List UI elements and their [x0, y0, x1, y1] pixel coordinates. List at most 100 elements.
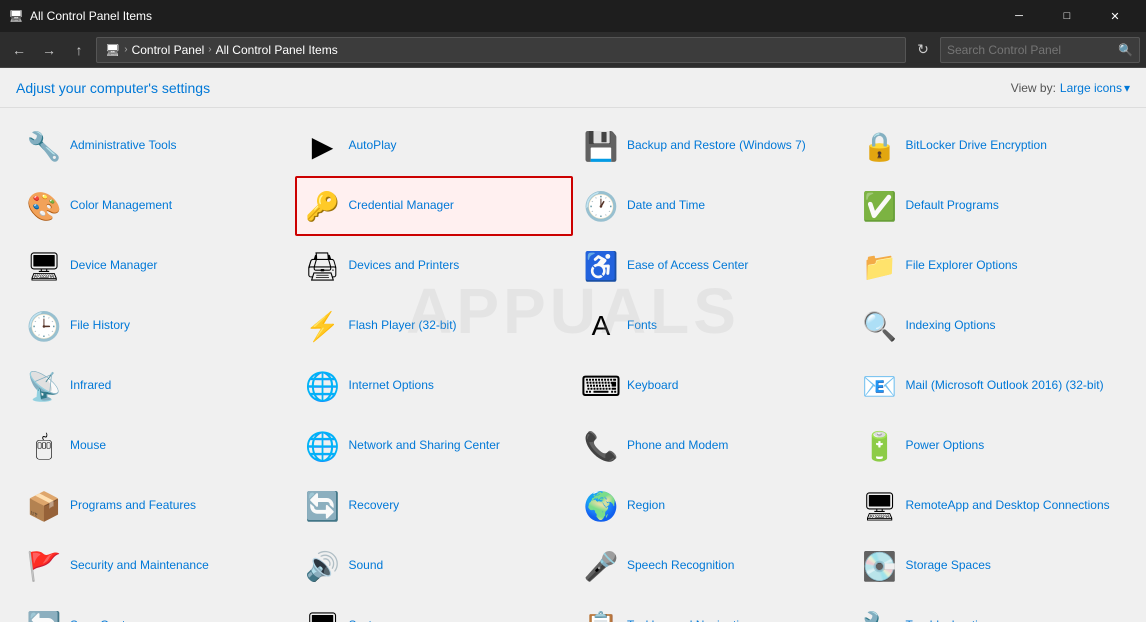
cp-item-recovery[interactable]: 🔄 Recovery — [295, 476, 574, 536]
storage-spaces-icon: 💽 — [862, 548, 898, 584]
toolbar: Adjust your computer's settings View by:… — [0, 68, 1146, 108]
mail-icon: 📧 — [862, 368, 898, 404]
color-management-icon: 🎨 — [26, 188, 62, 224]
mail-label: Mail (Microsoft Outlook 2016) (32-bit) — [906, 378, 1104, 394]
cp-item-region[interactable]: 🌍 Region — [573, 476, 852, 536]
search-input[interactable] — [947, 43, 1114, 57]
administrative-tools-label: Administrative Tools — [70, 138, 177, 154]
up-button[interactable]: ↑ — [66, 37, 92, 63]
cp-item-color-management[interactable]: 🎨 Color Management — [16, 176, 295, 236]
date-time-label: Date and Time — [627, 198, 705, 214]
search-box[interactable]: 🔍 — [940, 37, 1140, 63]
bitlocker-icon: 🔒 — [862, 128, 898, 164]
minimize-button[interactable]: ─ — [996, 0, 1042, 32]
address-icon: 🖥 — [105, 43, 120, 57]
cp-item-file-explorer-options[interactable]: 📁File Explorer Options — [852, 236, 1131, 296]
maximize-button[interactable]: □ — [1044, 0, 1090, 32]
cp-item-phone-modem[interactable]: 📞Phone and Modem — [573, 416, 852, 476]
internet-options-label: Internet Options — [349, 378, 434, 394]
recovery-label: Recovery — [349, 498, 400, 514]
search-icon: 🔍 — [1118, 43, 1133, 57]
title-bar: 🖥 All Control Panel Items ─ □ ✕ — [0, 0, 1146, 32]
speech-recognition-label: Speech Recognition — [627, 558, 734, 574]
taskbar-navigation-icon: 📋 — [583, 608, 619, 622]
region-label: Region — [627, 498, 665, 514]
cp-item-flash-player[interactable]: ⚡Flash Player (32-bit) — [295, 296, 574, 356]
fonts-label: Fonts — [627, 318, 657, 334]
region-icon: 🌍 — [583, 488, 619, 524]
cp-item-autoplay[interactable]: ▶AutoPlay — [295, 116, 574, 176]
internet-options-icon: 🌐 — [305, 368, 341, 404]
forward-button[interactable]: → — [36, 37, 62, 63]
view-by-value[interactable]: Large icons ▾ — [1060, 81, 1130, 95]
title-bar-controls: ─ □ ✕ — [996, 0, 1138, 32]
cp-item-power-options[interactable]: 🔋Power Options — [852, 416, 1131, 476]
cp-item-keyboard[interactable]: ⌨Keyboard — [573, 356, 852, 416]
flash-player-label: Flash Player (32-bit) — [349, 318, 457, 334]
administrative-tools-icon: 🔧 — [26, 128, 62, 164]
indexing-options-icon: 🔍 — [862, 308, 898, 344]
cp-item-programs-features[interactable]: 📦Programs and Features — [16, 476, 295, 536]
mouse-icon: 🖱 — [26, 428, 62, 464]
ease-of-access-label: Ease of Access Center — [627, 258, 748, 274]
cp-item-date-time[interactable]: 🕐Date and Time — [573, 176, 852, 236]
cp-item-taskbar-navigation[interactable]: 📋 Taskbar and Navigation — [573, 596, 852, 622]
cp-item-remoteapp[interactable]: 🖥RemoteApp and Desktop Connections — [852, 476, 1131, 536]
speech-recognition-icon: 🎤 — [583, 548, 619, 584]
back-button[interactable]: ← — [6, 37, 32, 63]
page-title: Adjust your computer's settings — [16, 80, 210, 96]
taskbar-navigation-label: Taskbar and Navigation — [627, 618, 752, 622]
infrared-label: Infrared — [70, 378, 111, 394]
color-management-label: Color Management — [70, 198, 172, 214]
cp-item-network-sharing[interactable]: 🌐 Network and Sharing Center — [295, 416, 574, 476]
sync-center-icon: 🔄 — [26, 608, 62, 622]
cp-item-sound[interactable]: 🔊Sound — [295, 536, 574, 596]
cp-item-administrative-tools[interactable]: 🔧 Administrative Tools — [16, 116, 295, 176]
address-path[interactable]: 🖥 › Control Panel › All Control Panel It… — [96, 37, 906, 63]
phone-modem-icon: 📞 — [583, 428, 619, 464]
file-explorer-options-label: File Explorer Options — [906, 258, 1018, 274]
cp-item-file-history[interactable]: 🕒File History — [16, 296, 295, 356]
sound-icon: 🔊 — [305, 548, 341, 584]
file-history-icon: 🕒 — [26, 308, 62, 344]
cp-item-bitlocker[interactable]: 🔒BitLocker Drive Encryption — [852, 116, 1131, 176]
cp-item-devices-printers[interactable]: 🖨Devices and Printers — [295, 236, 574, 296]
cp-item-indexing-options[interactable]: 🔍Indexing Options — [852, 296, 1131, 356]
system-label: System — [349, 618, 389, 622]
view-by-arrow: ▾ — [1124, 81, 1130, 95]
network-sharing-label: Network and Sharing Center — [349, 438, 500, 454]
cp-item-system[interactable]: 🖥 System — [295, 596, 574, 622]
cp-item-device-manager[interactable]: 🖥Device Manager — [16, 236, 295, 296]
cp-item-mouse[interactable]: 🖱Mouse — [16, 416, 295, 476]
cp-item-speech-recognition[interactable]: 🎤 Speech Recognition — [573, 536, 852, 596]
cp-item-credential-manager[interactable]: 🔑Credential Manager — [295, 176, 574, 236]
cp-item-backup-restore[interactable]: 💾Backup and Restore (Windows 7) — [573, 116, 852, 176]
security-maintenance-label: Security and Maintenance — [70, 558, 209, 574]
cp-item-troubleshooting[interactable]: 🔧Troubleshooting — [852, 596, 1131, 622]
recovery-icon: 🔄 — [305, 488, 341, 524]
cp-item-default-programs[interactable]: ✅Default Programs — [852, 176, 1131, 236]
network-sharing-icon: 🌐 — [305, 428, 341, 464]
cp-item-fonts[interactable]: AFonts — [573, 296, 852, 356]
autoplay-label: AutoPlay — [349, 138, 397, 154]
power-options-icon: 🔋 — [862, 428, 898, 464]
cp-item-sync-center[interactable]: 🔄Sync Center — [16, 596, 295, 622]
cp-item-storage-spaces[interactable]: 💽Storage Spaces — [852, 536, 1131, 596]
refresh-button[interactable]: ↻ — [910, 37, 936, 63]
address-segment-2: All Control Panel Items — [216, 43, 338, 57]
keyboard-icon: ⌨ — [583, 368, 619, 404]
cp-item-infrared[interactable]: 📡 Infrared — [16, 356, 295, 416]
devices-printers-icon: 🖨 — [305, 248, 341, 284]
system-icon: 🖥 — [305, 608, 341, 622]
view-by-label: View by: — [1011, 81, 1056, 95]
title-bar-title: All Control Panel Items — [30, 9, 996, 23]
close-button[interactable]: ✕ — [1092, 0, 1138, 32]
infrared-icon: 📡 — [26, 368, 62, 404]
security-maintenance-icon: 🚩 — [26, 548, 62, 584]
cp-item-ease-of-access[interactable]: ♿Ease of Access Center — [573, 236, 852, 296]
cp-item-internet-options[interactable]: 🌐 Internet Options — [295, 356, 574, 416]
cp-item-mail[interactable]: 📧 Mail (Microsoft Outlook 2016) (32-bit) — [852, 356, 1131, 416]
cp-item-security-maintenance[interactable]: 🚩 Security and Maintenance — [16, 536, 295, 596]
device-manager-icon: 🖥 — [26, 248, 62, 284]
troubleshooting-icon: 🔧 — [862, 608, 898, 622]
